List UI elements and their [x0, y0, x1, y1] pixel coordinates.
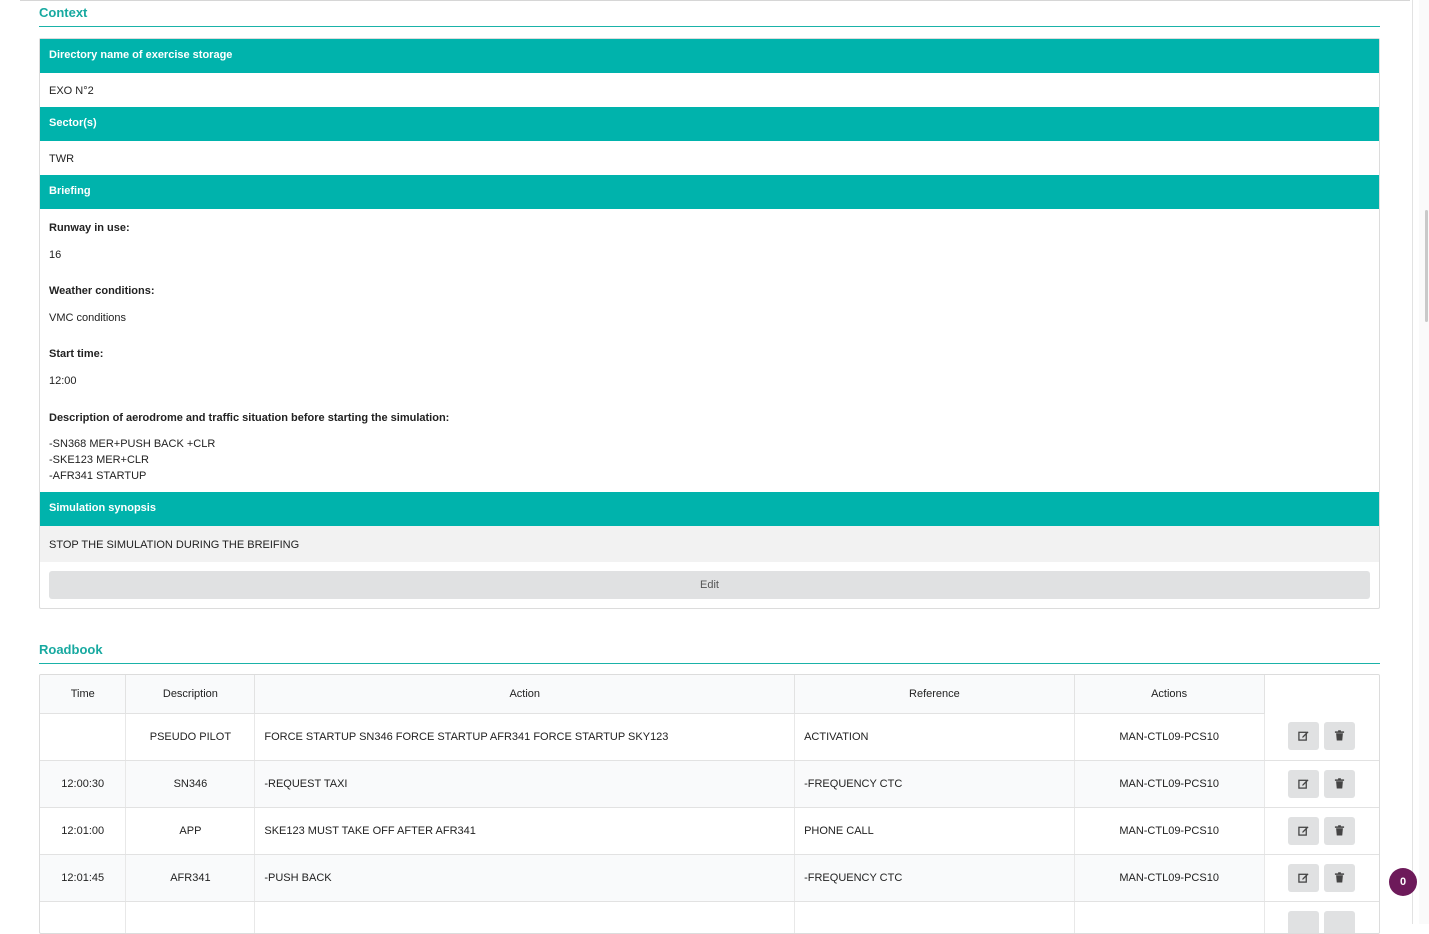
briefing-header: Briefing: [40, 175, 1379, 209]
column-header-description[interactable]: Description: [126, 675, 255, 713]
edit-icon: [1298, 778, 1309, 789]
edit-icon: [1298, 872, 1309, 883]
edit-row-button[interactable]: [1288, 911, 1319, 934]
edit-row-button[interactable]: [1288, 770, 1319, 798]
cell-description: AFR341: [126, 854, 255, 901]
delete-row-button[interactable]: [1324, 817, 1355, 845]
edit-row-button[interactable]: [1288, 864, 1319, 892]
table-row: PSEUDO PILOT FORCE STARTUP SN346 FORCE S…: [40, 713, 1379, 760]
cell-partial: [40, 901, 126, 934]
start-time-label: Start time:: [49, 348, 103, 360]
cell-action: SKE123 MUST TAKE OFF AFTER AFR341: [255, 807, 795, 854]
cell-description: PSEUDO PILOT: [126, 713, 255, 760]
delete-row-button[interactable]: [1324, 911, 1355, 934]
column-header-actions[interactable]: Actions: [1074, 675, 1264, 713]
cell-actions: MAN-CTL09-PCS10: [1074, 854, 1264, 901]
cell-description: SN346: [126, 760, 255, 807]
cell-reference: -FREQUENCY CTC: [795, 854, 1075, 901]
content-frame-right: [1412, 0, 1413, 924]
cell-time: 12:01:00: [40, 807, 126, 854]
trash-icon: [1334, 730, 1345, 741]
table-row-partial: [40, 901, 1379, 934]
weather-label: Weather conditions:: [49, 285, 155, 297]
table-row: 12:01:00 APP SKE123 MUST TAKE OFF AFTER …: [40, 807, 1379, 854]
cell-actions: MAN-CTL09-PCS10: [1074, 807, 1264, 854]
edit-row-button[interactable]: [1288, 722, 1319, 750]
trash-icon: [1334, 825, 1345, 836]
notification-badge[interactable]: 0: [1389, 868, 1417, 896]
synopsis-value: STOP THE SIMULATION DURING THE BREIFING: [49, 539, 299, 551]
start-time-value: 12:00: [49, 375, 77, 387]
cell-actions: MAN-CTL09-PCS10: [1074, 760, 1264, 807]
cell-reference: PHONE CALL: [795, 807, 1075, 854]
sectors-value: TWR: [49, 153, 74, 165]
cell-action: -PUSH BACK: [255, 854, 795, 901]
cell-action: -REQUEST TAXI: [255, 760, 795, 807]
roadbook-table: Time Description Action Reference Action…: [39, 674, 1380, 934]
directory-value: EXO N°2: [49, 85, 94, 97]
edit-icon: [1298, 730, 1309, 741]
description-line: -SN368 MER+PUSH BACK +CLR: [49, 438, 215, 450]
scrollbar-thumb[interactable]: [1425, 210, 1428, 322]
delete-row-button[interactable]: [1324, 722, 1355, 750]
row-buttons: [1264, 713, 1379, 760]
trash-icon: [1334, 872, 1345, 883]
column-header-time[interactable]: Time: [40, 675, 126, 713]
trash-icon: [1334, 778, 1345, 789]
column-header-action[interactable]: Action: [255, 675, 795, 713]
cell-action: FORCE STARTUP SN346 FORCE STARTUP AFR341…: [255, 713, 795, 760]
row-buttons: [1264, 760, 1379, 807]
column-header-reference[interactable]: Reference: [795, 675, 1075, 713]
directory-header: Directory name of exercise storage: [40, 39, 1379, 73]
cell-actions: MAN-CTL09-PCS10: [1074, 713, 1264, 760]
synopsis-header: Simulation synopsis: [40, 492, 1379, 526]
context-section-title: Context: [39, 1, 1380, 27]
runway-value: 16: [49, 249, 61, 261]
cell-partial: [255, 901, 795, 934]
cell-description: APP: [126, 807, 255, 854]
cell-time: 12:00:30: [40, 760, 126, 807]
context-panel: Directory name of exercise storage EXO N…: [39, 38, 1380, 609]
runway-label: Runway in use:: [49, 222, 130, 234]
row-buttons: [1264, 901, 1379, 934]
row-buttons: [1264, 854, 1379, 901]
row-buttons: [1264, 807, 1379, 854]
cell-reference: -FREQUENCY CTC: [795, 760, 1075, 807]
delete-row-button[interactable]: [1324, 864, 1355, 892]
sectors-header: Sector(s): [40, 107, 1379, 141]
delete-row-button[interactable]: [1324, 770, 1355, 798]
description-line: -SKE123 MER+CLR: [49, 454, 149, 466]
column-header-buttons: [1264, 675, 1379, 713]
scrollbar-track[interactable]: [1419, 0, 1429, 924]
description-line: -AFR341 STARTUP: [49, 470, 146, 482]
cell-partial: [795, 901, 1075, 934]
edit-button[interactable]: Edit: [49, 571, 1370, 599]
cell-time: 12:01:45: [40, 854, 126, 901]
table-row: 12:00:30 SN346 -REQUEST TAXI -FREQUENCY …: [40, 760, 1379, 807]
table-row: 12:01:45 AFR341 -PUSH BACK -FREQUENCY CT…: [40, 854, 1379, 901]
roadbook-section-title: Roadbook: [39, 638, 1380, 664]
cell-time: [40, 713, 126, 760]
edit-icon: [1298, 825, 1309, 836]
cell-partial: [126, 901, 255, 934]
cell-partial: [1074, 901, 1264, 934]
cell-reference: ACTIVATION: [795, 713, 1075, 760]
weather-value: VMC conditions: [49, 312, 126, 324]
description-label: Description of aerodrome and traffic sit…: [49, 412, 449, 424]
edit-row-button[interactable]: [1288, 817, 1319, 845]
